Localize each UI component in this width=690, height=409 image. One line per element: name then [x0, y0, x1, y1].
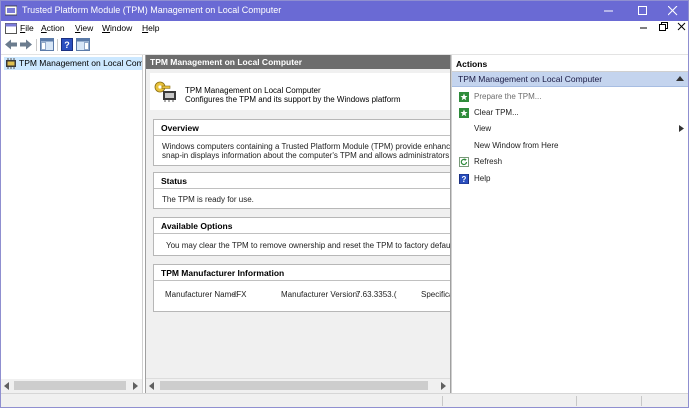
- status-segment: [576, 396, 577, 406]
- back-arrow-icon[interactable]: [4, 38, 18, 51]
- results-pane: TPM Management on Local Computer TPM Man…: [145, 55, 451, 393]
- tpm-green-icon: [459, 92, 469, 102]
- toolbar-separator: [57, 39, 58, 51]
- scrollbar-thumb[interactable]: [160, 381, 428, 390]
- status-title: Status: [161, 176, 187, 186]
- action-help[interactable]: ? Help: [452, 172, 688, 186]
- tree-horizontal-scrollbar[interactable]: [1, 379, 142, 393]
- child-close-button[interactable]: [677, 22, 686, 33]
- results-horizontal-scrollbar[interactable]: [146, 378, 450, 393]
- forward-arrow-icon[interactable]: [19, 38, 33, 51]
- minimize-icon: [604, 10, 613, 12]
- manufacturer-name-value: IFX: [234, 290, 247, 299]
- tree-item-label: TPM Management on Local Comp: [19, 58, 143, 68]
- actions-pane: Actions TPM Management on Local Computer…: [451, 55, 688, 393]
- specification-label: Specifica: [421, 290, 451, 299]
- overview-text-line2: snap-in displays information about the c…: [162, 151, 450, 160]
- manufacturer-version-value: 7.63.3353.(: [356, 290, 397, 299]
- tpm-green-icon: [459, 108, 469, 118]
- action-refresh[interactable]: Refresh: [452, 155, 688, 169]
- results-pane-body: TPM Management on Local Computer Configu…: [146, 69, 450, 378]
- collapse-up-icon[interactable]: [676, 76, 684, 82]
- toolbar-separator: [36, 39, 37, 51]
- menu-window[interactable]: Window: [102, 23, 132, 33]
- scrollbar-thumb[interactable]: [14, 381, 126, 390]
- child-window-icon[interactable]: [5, 23, 17, 34]
- tpm-key-icon: [154, 81, 176, 102]
- menu-help[interactable]: Help: [142, 23, 159, 33]
- menu-bar: File Action View Window Help: [1, 21, 688, 36]
- restore-icon: [659, 22, 668, 31]
- show-hide-console-tree-icon[interactable]: [40, 38, 54, 51]
- overview-section: Overview Windows computers containing a …: [153, 119, 450, 166]
- svg-text:?: ?: [64, 40, 70, 50]
- scroll-left-icon[interactable]: [149, 382, 155, 390]
- submenu-arrow-icon: [679, 125, 684, 132]
- intro-title: TPM Management on Local Computer: [185, 86, 321, 95]
- menu-view[interactable]: View: [75, 23, 93, 33]
- menu-file[interactable]: File: [20, 23, 34, 33]
- close-button[interactable]: [657, 1, 688, 21]
- overview-text-line1: Windows computers containing a Trusted P…: [162, 142, 451, 151]
- show-hide-action-pane-icon[interactable]: [76, 38, 90, 51]
- overview-title: Overview: [161, 123, 199, 133]
- action-prepare-tpm[interactable]: Prepare the TPM...: [452, 90, 688, 104]
- console-tree: TPM Management on Local Comp: [1, 55, 143, 393]
- section-divider: [154, 135, 450, 136]
- manufacturer-title: TPM Manufacturer Information: [161, 268, 285, 278]
- scroll-right-icon[interactable]: [133, 382, 139, 390]
- toolbar: ?: [1, 36, 688, 55]
- available-options-section: Available Options You may clear the TPM …: [153, 217, 450, 256]
- manufacturer-name-label: Manufacturer Name:: [165, 290, 238, 299]
- tpm-app-icon: [5, 5, 17, 16]
- section-divider: [154, 233, 450, 234]
- results-pane-header: TPM Management on Local Computer: [146, 55, 450, 69]
- child-minimize-button[interactable]: [639, 22, 648, 33]
- scroll-left-icon[interactable]: [4, 382, 10, 390]
- minimize-button[interactable]: [593, 1, 625, 21]
- maximize-icon: [638, 6, 647, 15]
- status-segment: [442, 396, 443, 406]
- window-title: Trusted Platform Module (TPM) Management…: [22, 5, 282, 15]
- action-view[interactable]: View: [452, 122, 688, 136]
- scroll-right-icon[interactable]: [441, 382, 447, 390]
- refresh-icon: [459, 157, 469, 167]
- menu-action[interactable]: Action: [41, 23, 65, 33]
- section-divider: [154, 280, 450, 281]
- close-icon: [668, 6, 678, 16]
- available-options-text: You may clear the TPM to remove ownershi…: [166, 241, 451, 250]
- manufacturer-version-label: Manufacturer Version:: [281, 290, 360, 299]
- available-options-title: Available Options: [161, 221, 233, 231]
- status-text: The TPM is ready for use.: [162, 195, 254, 204]
- help-icon: ?: [459, 174, 469, 184]
- mmc-window: Trusted Platform Module (TPM) Management…: [0, 0, 689, 408]
- status-segment: [641, 396, 642, 406]
- status-section: Status The TPM is ready for use.: [153, 172, 450, 209]
- close-icon: [677, 22, 686, 31]
- section-divider: [154, 188, 450, 189]
- maximize-button[interactable]: [627, 1, 659, 21]
- actions-header: Actions: [452, 55, 688, 72]
- intro-description: Configures the TPM and its support by th…: [185, 95, 401, 104]
- action-clear-tpm[interactable]: Clear TPM...: [452, 106, 688, 120]
- status-bar: [1, 393, 688, 407]
- minimize-icon: [640, 27, 647, 29]
- snapin-intro: TPM Management on Local Computer Configu…: [150, 73, 450, 110]
- manufacturer-section: TPM Manufacturer Information Manufacture…: [153, 264, 450, 312]
- svg-text:?: ?: [462, 175, 467, 184]
- action-new-window[interactable]: New Window from Here: [452, 139, 688, 153]
- actions-group-header[interactable]: TPM Management on Local Computer: [452, 72, 688, 87]
- child-restore-button[interactable]: [659, 22, 668, 33]
- title-bar[interactable]: Trusted Platform Module (TPM) Management…: [1, 1, 688, 21]
- help-icon[interactable]: ?: [60, 38, 74, 51]
- tpm-chip-icon: [6, 58, 16, 69]
- tree-item-tpm-management[interactable]: TPM Management on Local Comp: [4, 57, 142, 70]
